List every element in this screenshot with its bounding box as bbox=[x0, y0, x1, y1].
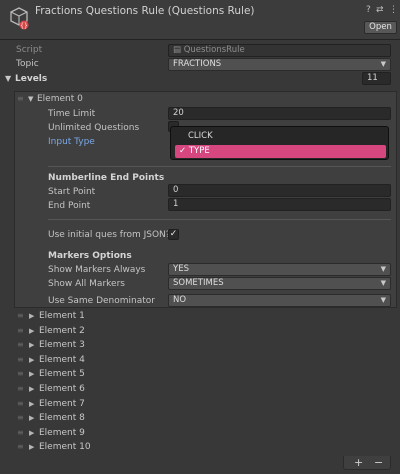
divider bbox=[48, 219, 391, 220]
drag-handle-icon[interactable]: ≡ bbox=[17, 94, 24, 103]
divider bbox=[48, 166, 391, 167]
foldout-arrow-icon[interactable]: ▶ bbox=[29, 443, 34, 451]
input-type-label: Input Type bbox=[48, 137, 95, 147]
list-item[interactable]: ≡ ▶ Element 3 bbox=[17, 339, 397, 353]
levels-count-field[interactable]: 11 bbox=[362, 72, 391, 85]
unlimited-questions-label: Unlimited Questions bbox=[48, 123, 140, 133]
foldout-arrow-icon[interactable]: ▶ bbox=[29, 385, 34, 393]
list-item[interactable]: ≡ ▶ Element 8 bbox=[17, 412, 397, 426]
drag-handle-icon[interactable]: ≡ bbox=[17, 369, 24, 378]
foldout-arrow-icon[interactable]: ▶ bbox=[29, 341, 34, 349]
popup-option-type-label: TYPE bbox=[188, 146, 210, 156]
list-item[interactable]: ≡ ▶ Element 7 bbox=[17, 398, 397, 412]
drag-handle-icon[interactable]: ≡ bbox=[17, 355, 24, 364]
start-point-label: Start Point bbox=[48, 187, 96, 197]
scriptable-object-icon: {} bbox=[8, 6, 30, 30]
svg-text:{}: {} bbox=[20, 23, 28, 30]
list-item[interactable]: ≡ ▶ Element 10 bbox=[17, 441, 397, 455]
chevron-down-icon: ▼ bbox=[380, 279, 386, 287]
element-label: Element 7 bbox=[39, 398, 85, 409]
numberline-header: Numberline End Points bbox=[48, 173, 165, 183]
use-same-denominator-value: NO bbox=[173, 295, 187, 305]
list-item[interactable]: ≡ ▶ Element 2 bbox=[17, 325, 397, 339]
end-point-label: End Point bbox=[48, 201, 91, 211]
element-label: Element 10 bbox=[39, 442, 91, 453]
use-same-denominator-dropdown[interactable]: NO ▼ bbox=[168, 294, 391, 307]
drag-handle-icon[interactable]: ≡ bbox=[17, 311, 24, 320]
list-item[interactable]: ≡ ▶ Element 4 bbox=[17, 354, 397, 368]
settings-icon[interactable]: ⇄ bbox=[376, 5, 384, 15]
time-limit-label: Time Limit bbox=[48, 109, 96, 119]
element-label: Element 3 bbox=[39, 340, 85, 351]
list-item[interactable]: ≡ ▶ Element 9 bbox=[17, 427, 397, 441]
levels-label[interactable]: Levels bbox=[15, 74, 47, 84]
script-field[interactable]: ▤ QuestionsRule bbox=[168, 44, 391, 57]
inspector-header: {} Fractions Questions Rule (Questions R… bbox=[0, 0, 400, 40]
chevron-down-icon: ▼ bbox=[380, 265, 386, 273]
topic-label: Topic bbox=[16, 59, 39, 69]
drag-handle-icon[interactable]: ≡ bbox=[17, 413, 24, 422]
topic-value: FRACTIONS bbox=[173, 59, 222, 69]
show-all-markers-label: Show All Markers bbox=[48, 279, 125, 289]
use-initial-json-label: Use initial ques from JSON? bbox=[48, 230, 171, 240]
list-item[interactable]: ≡ ▶ Element 6 bbox=[17, 383, 397, 397]
foldout-arrow-icon[interactable]: ▶ bbox=[29, 327, 34, 335]
element-label: Element 6 bbox=[39, 384, 85, 394]
script-label: Script bbox=[16, 45, 43, 55]
open-button[interactable]: Open bbox=[364, 21, 397, 34]
use-same-denominator-label: Use Same Denominator bbox=[48, 296, 155, 306]
script-file-icon: ▤ bbox=[173, 45, 182, 55]
chevron-down-icon: ▼ bbox=[380, 60, 386, 68]
list-item[interactable]: ≡ ▶ Element 5 bbox=[17, 368, 397, 382]
drag-handle-icon[interactable]: ≡ bbox=[17, 340, 24, 349]
time-limit-field[interactable]: 20 bbox=[168, 107, 391, 120]
add-element-button[interactable]: + bbox=[354, 456, 363, 469]
popup-option-type[interactable]: ✓ TYPE bbox=[175, 145, 386, 158]
drag-handle-icon[interactable]: ≡ bbox=[17, 326, 24, 335]
element-label: Element 4 bbox=[39, 354, 85, 365]
start-point-field[interactable]: 0 bbox=[168, 184, 391, 197]
topic-dropdown[interactable]: FRACTIONS ▼ bbox=[168, 58, 391, 71]
element-label: Element 1 bbox=[39, 311, 85, 321]
foldout-arrow-icon[interactable]: ▶ bbox=[29, 400, 34, 408]
foldout-arrow-icon[interactable]: ▶ bbox=[29, 429, 34, 437]
foldout-arrow-icon[interactable]: ▶ bbox=[29, 414, 34, 422]
levels-foldout-icon[interactable]: ▼ bbox=[5, 74, 11, 83]
list-item[interactable]: ≡ ▶ Element 1 bbox=[17, 310, 397, 324]
remove-element-button[interactable]: − bbox=[374, 456, 383, 469]
drag-handle-icon[interactable]: ≡ bbox=[17, 384, 24, 393]
show-markers-always-dropdown[interactable]: YES ▼ bbox=[168, 263, 391, 276]
input-type-popup: CLICK ✓ TYPE bbox=[170, 126, 389, 160]
use-initial-json-checkbox[interactable]: ✓ bbox=[168, 229, 179, 240]
drag-handle-icon[interactable]: ≡ bbox=[17, 399, 24, 408]
element-label: Element 2 bbox=[39, 325, 85, 336]
show-all-markers-value: SOMETIMES bbox=[173, 278, 224, 288]
end-point-field[interactable]: 1 bbox=[168, 198, 391, 211]
popup-option-click[interactable]: CLICK bbox=[175, 130, 386, 143]
foldout-arrow-icon[interactable]: ▶ bbox=[29, 370, 34, 378]
element-0-label[interactable]: Element 0 bbox=[37, 94, 83, 104]
menu-icon[interactable]: ⋮ bbox=[389, 5, 398, 15]
show-all-markers-dropdown[interactable]: SOMETIMES ▼ bbox=[168, 277, 391, 290]
chevron-down-icon: ▼ bbox=[380, 296, 386, 304]
element-label: Element 9 bbox=[39, 427, 85, 438]
markers-header: Markers Options bbox=[48, 251, 132, 261]
drag-handle-icon[interactable]: ≡ bbox=[17, 442, 24, 451]
foldout-arrow-icon[interactable]: ▶ bbox=[29, 356, 34, 364]
drag-handle-icon[interactable]: ≡ bbox=[17, 428, 24, 437]
inspector-title: Fractions Questions Rule (Questions Rule… bbox=[35, 5, 255, 17]
help-icon[interactable]: ? bbox=[366, 5, 371, 15]
checkmark-icon: ✓ bbox=[179, 146, 187, 156]
element-0-foldout-icon[interactable]: ▼ bbox=[28, 95, 33, 103]
element-label: Element 5 bbox=[39, 369, 85, 380]
list-footer: + − bbox=[343, 456, 391, 470]
show-markers-always-label: Show Markers Always bbox=[48, 265, 146, 275]
script-field-value: QuestionsRule bbox=[183, 45, 245, 55]
element-label: Element 8 bbox=[39, 413, 85, 424]
show-markers-always-value: YES bbox=[173, 264, 189, 274]
foldout-arrow-icon[interactable]: ▶ bbox=[29, 312, 34, 320]
